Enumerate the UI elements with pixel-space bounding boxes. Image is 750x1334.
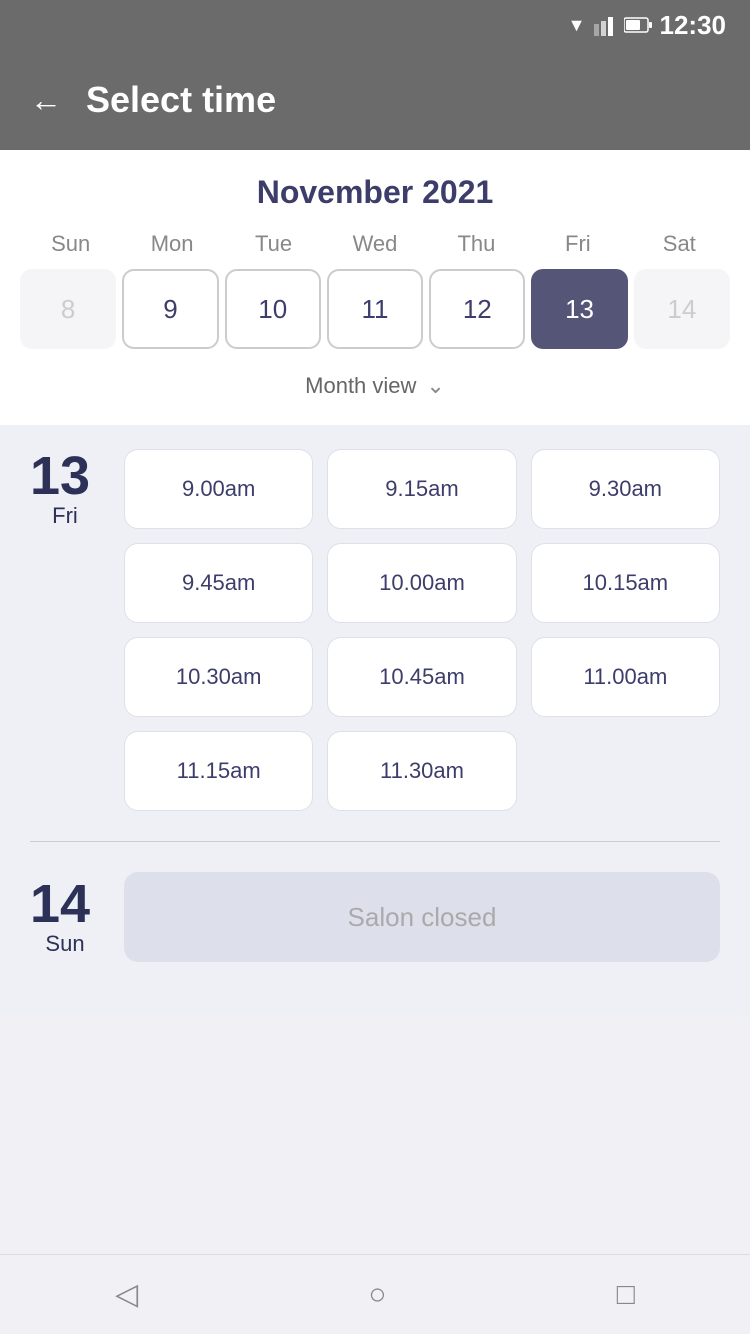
calendar-section: November 2021 Sun Mon Tue Wed Thu Fri Sa… [0, 150, 750, 425]
month-view-toggle[interactable]: Month view ⌄ [20, 359, 730, 415]
cal-day-8[interactable]: 8 [20, 269, 116, 349]
day-header-wed: Wed [324, 231, 425, 257]
time-slot-945am[interactable]: 9.45am [124, 543, 313, 623]
time-slot-1115am[interactable]: 11.15am [124, 731, 313, 811]
day-13-label: 13 Fri [30, 449, 100, 811]
status-icons: ▼ 12:30 [568, 10, 726, 41]
time-slots-grid-13: 9.00am 9.15am 9.30am 9.45am 10.00am 10.1… [124, 449, 720, 811]
time-slot-1045am[interactable]: 10.45am [327, 637, 516, 717]
time-slot-1000am[interactable]: 10.00am [327, 543, 516, 623]
recent-nav-icon[interactable]: □ [617, 1278, 635, 1312]
day-header-sat: Sat [629, 231, 730, 257]
calendar-row: 8 9 10 11 12 13 14 [20, 269, 730, 349]
time-slot-1030am[interactable]: 10.30am [124, 637, 313, 717]
time-slot-1100am[interactable]: 11.00am [531, 637, 720, 717]
home-nav-icon[interactable]: ○ [368, 1278, 386, 1312]
back-button[interactable]: ← [30, 82, 62, 119]
page-title: Select time [86, 79, 276, 121]
day-14-block: 14 Sun Salon closed [30, 872, 720, 962]
day-13-name: Fri [30, 503, 100, 529]
day-14-label: 14 Sun [30, 877, 100, 957]
signal-icon [594, 14, 616, 36]
divider [30, 841, 720, 842]
cal-day-11[interactable]: 11 [327, 269, 423, 349]
cal-day-10[interactable]: 10 [225, 269, 321, 349]
time-slot-930am[interactable]: 9.30am [531, 449, 720, 529]
day-header-thu: Thu [426, 231, 527, 257]
time-slot-1015am[interactable]: 10.15am [531, 543, 720, 623]
time-slot-900am[interactable]: 9.00am [124, 449, 313, 529]
battery-icon [624, 17, 652, 33]
day-header-mon: Mon [121, 231, 222, 257]
time-slot-1130am[interactable]: 11.30am [327, 731, 516, 811]
day-13-block: 13 Fri 9.00am 9.15am 9.30am 9.45am 10.00… [30, 449, 720, 811]
day-headers: Sun Mon Tue Wed Thu Fri Sat [20, 231, 730, 257]
cal-day-13[interactable]: 13 [531, 269, 627, 349]
month-title: November 2021 [20, 174, 730, 211]
header: ← Select time [0, 50, 750, 150]
cal-day-14[interactable]: 14 [634, 269, 730, 349]
cal-day-9[interactable]: 9 [122, 269, 218, 349]
time-section: 13 Fri 9.00am 9.15am 9.30am 9.45am 10.00… [0, 425, 750, 1016]
wifi-icon: ▼ [568, 15, 586, 36]
chevron-down-icon: ⌄ [426, 373, 444, 399]
day-14-number: 14 [30, 877, 100, 931]
day-header-fri: Fri [527, 231, 628, 257]
cal-day-12[interactable]: 12 [429, 269, 525, 349]
salon-closed-label: Salon closed [348, 902, 497, 933]
bottom-nav: ◁ ○ □ [0, 1254, 750, 1334]
time-slot-915am[interactable]: 9.15am [327, 449, 516, 529]
day-header-sun: Sun [20, 231, 121, 257]
day-13-number: 13 [30, 449, 100, 503]
day-header-tue: Tue [223, 231, 324, 257]
status-time: 12:30 [660, 10, 727, 41]
month-view-label: Month view [305, 373, 416, 399]
back-nav-icon[interactable]: ◁ [115, 1277, 138, 1312]
status-bar: ▼ 12:30 [0, 0, 750, 50]
salon-closed-box: Salon closed [124, 872, 720, 962]
day-14-name: Sun [30, 931, 100, 957]
